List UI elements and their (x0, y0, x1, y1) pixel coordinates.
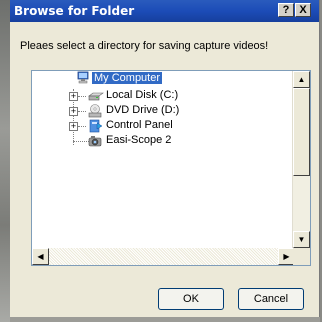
help-button[interactable]: ? (278, 3, 294, 17)
computer-icon (77, 71, 89, 84)
scrollbar-corner (293, 248, 310, 265)
background-strip (0, 0, 10, 322)
tree-item-label: Easi-Scope 2 (106, 134, 172, 146)
tree-item-label: My Computer (92, 72, 163, 84)
tree-item-label: DVD Drive (D:) (106, 104, 180, 116)
ok-button[interactable]: OK (158, 288, 224, 310)
expand-toggle[interactable]: + (69, 92, 78, 101)
tree-connector (78, 126, 86, 127)
tree-item-local-disk[interactable]: Local Disk (C:) (88, 89, 180, 102)
horizontal-scrollbar[interactable]: ◀ ▶ (32, 248, 295, 265)
tree-connector (78, 111, 86, 112)
scroll-up-button[interactable]: ▲ (293, 71, 310, 88)
tree-item-label: Control Panel (106, 119, 173, 131)
horizontal-scroll-track[interactable] (49, 248, 278, 265)
prompt-text: Pleaes select a directory for saving cap… (20, 40, 269, 52)
tree-item-control-panel[interactable]: Control Panel (88, 119, 175, 133)
title-bar[interactable]: Browse for Folder ? X (10, 0, 319, 22)
tree-item-my-computer[interactable]: My Computer (76, 71, 163, 85)
tree-item-easi-scope[interactable]: Easi-Scope 2 (88, 134, 173, 147)
tree-connector (78, 96, 86, 97)
tree-item-label: Local Disk (C:) (106, 89, 179, 101)
dvd-drive-icon (88, 104, 102, 118)
cancel-button[interactable]: Cancel (238, 288, 304, 310)
expand-toggle[interactable]: + (69, 122, 78, 131)
camera-device-icon (88, 136, 102, 147)
close-button[interactable]: X (295, 3, 311, 17)
vertical-scroll-thumb[interactable] (293, 88, 310, 176)
browse-folder-dialog: Browse for Folder ? X Pleaes select a di… (10, 0, 320, 322)
tree-item-dvd-drive[interactable]: DVD Drive (D:) (88, 104, 181, 118)
folder-tree[interactable]: My Computer + Local Disk (C:) + DVD Driv… (31, 70, 311, 266)
expand-toggle[interactable]: + (69, 107, 78, 116)
window-title: Browse for Folder (14, 4, 135, 18)
hard-drive-icon (88, 92, 104, 101)
vertical-scrollbar[interactable]: ▲ ▼ (292, 71, 310, 248)
bottom-edge (10, 317, 320, 322)
control-panel-icon (89, 119, 103, 133)
scroll-down-button[interactable]: ▼ (293, 231, 310, 248)
scroll-left-button[interactable]: ◀ (32, 248, 49, 265)
